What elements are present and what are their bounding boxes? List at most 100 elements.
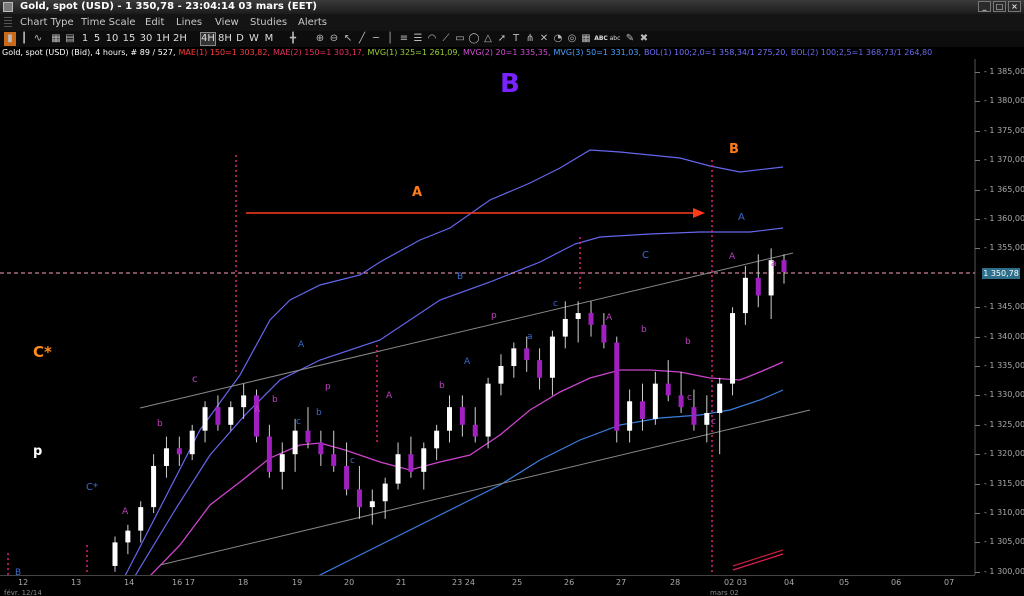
fan-icon[interactable]: ⟋ bbox=[440, 32, 452, 46]
candle-body bbox=[704, 413, 710, 425]
rectangle-icon[interactable]: ▭ bbox=[454, 32, 466, 46]
timeframe-4h[interactable]: 4H bbox=[200, 32, 216, 46]
candle-body bbox=[755, 277, 761, 296]
time-axis[interactable]: 12 13 14 16 17 18 19 20 21 23 24 25 26 27 28 02 03 04 0… bbox=[0, 575, 975, 596]
wave-label: b bbox=[157, 419, 163, 429]
close-button[interactable]: × bbox=[1008, 1, 1021, 12]
timeframe-2h[interactable]: 2H bbox=[172, 32, 188, 46]
indicator-item[interactable]: Gold, spot (USD) (Bid), 4 hours, # 89 / … bbox=[2, 48, 176, 57]
spiral-icon[interactable]: ◎ bbox=[566, 32, 578, 46]
candle-body bbox=[588, 313, 594, 325]
trendline-icon[interactable]: ╱ bbox=[356, 32, 368, 46]
price-tick: - 1 340,00 bbox=[984, 331, 1024, 341]
indicator-item[interactable]: BOL(2) 100;2,5=1 368,73/1 264,80 bbox=[791, 48, 932, 57]
indicator-item[interactable]: MVG(1) 325=1 261,09, bbox=[367, 48, 460, 57]
triangle-icon[interactable]: △ bbox=[482, 32, 494, 46]
eraser-icon[interactable]: ✎ bbox=[624, 32, 636, 46]
candle-body bbox=[125, 530, 131, 543]
candle-body bbox=[665, 383, 671, 396]
wave-label: c bbox=[687, 393, 692, 403]
window-title: Gold, spot (USD) - 1 350,78 - 23:04:14 0… bbox=[20, 1, 317, 12]
minimize-button[interactable]: _ bbox=[978, 1, 991, 12]
time-tick: 26 bbox=[564, 578, 575, 587]
candle-body bbox=[395, 454, 401, 484]
ruler-icon[interactable]: ▤ bbox=[64, 32, 76, 46]
text-icon[interactable]: T bbox=[510, 32, 522, 46]
timeframe-1h[interactable]: 1H bbox=[155, 32, 171, 46]
candle-body bbox=[730, 313, 736, 384]
wave-label: b bbox=[316, 408, 322, 418]
fibonacci-icon[interactable]: ☰ bbox=[412, 32, 424, 46]
timeframe-d[interactable]: D bbox=[234, 32, 246, 46]
arc-icon[interactable]: ◠ bbox=[426, 32, 438, 46]
candle-body bbox=[112, 542, 118, 566]
price-tick-mark bbox=[975, 542, 980, 544]
candle-chart-icon[interactable]: ▮ bbox=[4, 32, 16, 46]
timeframe-15[interactable]: 15 bbox=[121, 32, 137, 46]
wave-label-upper-button[interactable]: ABC bbox=[594, 32, 608, 46]
cycle-icon[interactable]: ◔ bbox=[552, 32, 564, 46]
timeframe-5[interactable]: 5 bbox=[92, 32, 102, 46]
indicator-item[interactable]: MVG(3) 50=1 331,03, bbox=[554, 48, 642, 57]
menu-time-scale[interactable]: Time Scale bbox=[81, 14, 136, 31]
timeframe-w[interactable]: W bbox=[248, 32, 260, 46]
price-tick: - 1 335,00 bbox=[984, 361, 1024, 370]
price-tick: - 1 365,00 bbox=[984, 184, 1024, 194]
candle-body bbox=[305, 430, 311, 443]
candle-body bbox=[485, 383, 491, 437]
cursor-icon[interactable]: ↖ bbox=[342, 32, 354, 46]
indicator-item[interactable]: BOL(1) 100;2,0=1 358,34/1 275,20, bbox=[644, 48, 788, 57]
candle-body bbox=[781, 260, 787, 272]
wave-label: b bbox=[685, 337, 691, 347]
menu-studies[interactable]: Studies bbox=[250, 14, 287, 31]
price-chart[interactable]: B A B C* p C* B A b c A b c A b p A b c … bbox=[0, 59, 1024, 575]
timeframe-10[interactable]: 10 bbox=[104, 32, 120, 46]
line-chart-icon[interactable]: ∿ bbox=[32, 32, 44, 46]
price-tick: - 1 305,00 bbox=[984, 537, 1024, 547]
timeframe-1[interactable]: 1 bbox=[80, 32, 90, 46]
menu-edit[interactable]: Edit bbox=[145, 14, 164, 31]
vertical-line-icon[interactable]: │ bbox=[384, 32, 396, 46]
menu-view[interactable]: View bbox=[215, 14, 239, 31]
timeframe-8h[interactable]: 8H bbox=[217, 32, 233, 46]
wave-label: c bbox=[711, 417, 716, 427]
grid-icon[interactable]: ▦ bbox=[580, 32, 592, 46]
channel-icon[interactable]: ≡ bbox=[398, 32, 410, 46]
time-tick: 07 bbox=[944, 578, 955, 587]
calendar-icon[interactable]: ▦ bbox=[50, 32, 62, 46]
crosshair-icon[interactable]: ╋ bbox=[286, 32, 300, 46]
indicator-item[interactable]: MAE(2) 150=1 303,17, bbox=[273, 48, 364, 57]
zoom-out-icon[interactable]: ⊖ bbox=[328, 32, 340, 46]
bar-chart-icon[interactable]: ┃ bbox=[18, 32, 30, 46]
maximize-button[interactable]: □ bbox=[993, 1, 1006, 12]
wave-label: c bbox=[350, 456, 355, 466]
wave-label-big-b: B bbox=[500, 69, 520, 99]
candle-body bbox=[678, 395, 684, 408]
indicator-item[interactable]: MVG(2) 20=1 335,35, bbox=[463, 48, 551, 57]
gann-icon[interactable]: ✕ bbox=[538, 32, 550, 46]
time-tick: 23 24 bbox=[452, 578, 475, 587]
candle-body bbox=[215, 407, 221, 425]
time-sub-label-right: mars 02 bbox=[710, 589, 739, 596]
wave-label-lower-button[interactable]: abc bbox=[608, 32, 622, 46]
candle-body bbox=[369, 501, 375, 508]
zoom-in-icon[interactable]: ⊕ bbox=[314, 32, 326, 46]
candle-body bbox=[652, 383, 658, 419]
wave-label-orange-a: A bbox=[412, 185, 422, 200]
indicator-item[interactable]: MAE(1) 150=1 303,82, bbox=[179, 48, 270, 57]
arrow-icon[interactable]: ➚ bbox=[496, 32, 508, 46]
timeframe-m[interactable]: M bbox=[263, 32, 275, 46]
candle-body bbox=[434, 430, 440, 449]
menu-chart-type[interactable]: Chart Type bbox=[20, 14, 74, 31]
candle-body bbox=[562, 318, 568, 337]
menu-alerts[interactable]: Alerts bbox=[298, 14, 327, 31]
wave-label: b bbox=[272, 395, 278, 405]
horizontal-line-icon[interactable]: ─ bbox=[370, 32, 382, 46]
candle-body bbox=[228, 407, 234, 425]
pitchfork-icon[interactable]: ⋔ bbox=[524, 32, 536, 46]
ellipse-icon[interactable]: ◯ bbox=[468, 32, 480, 46]
menu-lines[interactable]: Lines bbox=[176, 14, 202, 31]
wave-label: A bbox=[122, 507, 129, 517]
delete-icon[interactable]: ✖ bbox=[638, 32, 650, 46]
timeframe-30[interactable]: 30 bbox=[138, 32, 154, 46]
